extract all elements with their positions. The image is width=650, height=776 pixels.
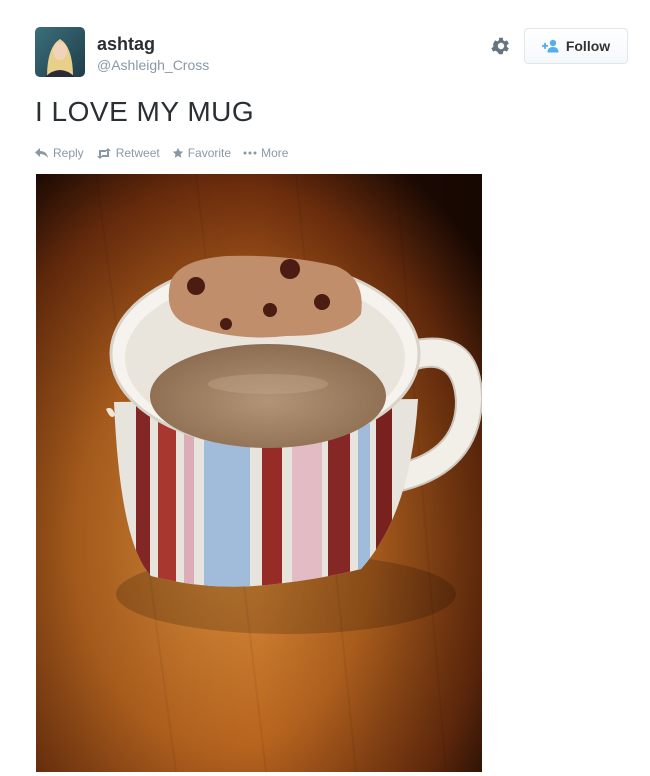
username[interactable]: @Ashleigh_Cross xyxy=(97,57,209,73)
follow-label: Follow xyxy=(565,38,611,54)
reply-icon xyxy=(35,147,48,158)
more-dots-icon xyxy=(243,151,257,155)
retweet-action[interactable]: Retweet xyxy=(96,146,160,160)
reply-label: Reply xyxy=(53,146,84,160)
mug-photo xyxy=(36,174,482,772)
retweet-label: Retweet xyxy=(115,146,160,160)
favorite-action[interactable]: Favorite xyxy=(172,146,231,160)
retweet-icon xyxy=(96,147,111,159)
follow-button[interactable]: Follow xyxy=(524,28,628,64)
tweet-photo[interactable] xyxy=(36,174,482,772)
more-label: More xyxy=(261,146,289,160)
more-action[interactable]: More xyxy=(243,146,288,160)
avatar-image xyxy=(35,27,85,77)
reply-action[interactable]: Reply xyxy=(35,146,84,160)
avatar[interactable] xyxy=(35,27,85,77)
gear-icon[interactable] xyxy=(490,35,512,57)
tweet-actions: Reply Retweet Favorite More xyxy=(35,146,288,160)
display-name[interactable]: ashtag xyxy=(97,34,155,55)
add-user-icon xyxy=(541,39,559,53)
tweet-text: I LOVE MY MUG xyxy=(35,96,255,127)
favorite-label: Favorite xyxy=(187,146,232,160)
star-icon xyxy=(172,147,183,158)
